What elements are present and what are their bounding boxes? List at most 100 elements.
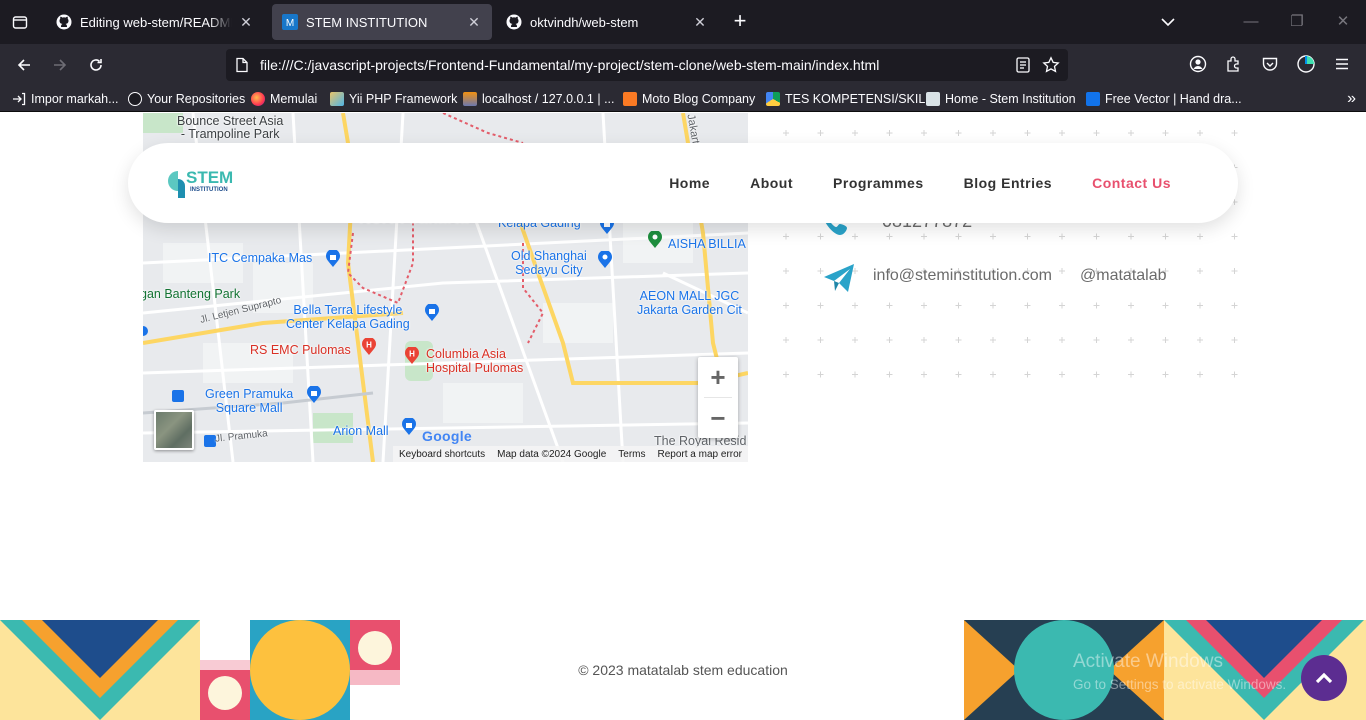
nav-programmes[interactable]: Programmes [833,175,924,191]
nav-blog-entries[interactable]: Blog Entries [964,175,1052,191]
stem-logo[interactable]: STEM INSTITUTION [168,165,248,201]
minimize-icon[interactable]: — [1241,12,1261,32]
shopping-pin-icon [425,304,439,321]
map-attribution-bar: Keyboard shortcuts Map data ©2024 Google… [392,446,748,462]
bookmarks-toolbar: Impor markah... Your Repositories Memula… [0,86,1366,112]
page-icon [926,92,940,106]
nav-about[interactable]: About [750,175,793,191]
shopping-pin-icon [402,418,416,435]
hospital-pin-icon: H [362,338,376,355]
url-text[interactable]: file:///C:/javascript-projects/Frontend-… [260,57,879,73]
logo-subtext: INSTITUTION [190,187,228,193]
more-bookmarks-icon[interactable]: » [1347,90,1356,108]
map-label-banteng: gan Banteng Park [143,287,241,301]
map-zoom-control: + − [698,357,738,438]
send-icon [824,264,854,292]
google-logo: Google [422,428,473,444]
bookmark-memulai[interactable]: Memulai [251,90,317,108]
report-map-error-link[interactable]: Report a map error [658,449,742,460]
map-label-green-pramuka: Green Pramuka Square Mall [205,387,294,415]
bookmark-tes-kompetensi[interactable]: TES KOMPETENSI/SKIL... [766,90,936,108]
reader-view-icon[interactable] [1014,56,1032,74]
map-label-trampoline: Bounce Street Asia - Trampoline Park [177,114,284,141]
browser-tab-bar: Editing web-stem/README.md at main · okt… [0,0,1366,44]
bookmark-moto-blog[interactable]: Moto Blog Company [623,90,755,108]
nav-home[interactable]: Home [669,175,710,191]
tab-list-icon[interactable] [6,8,34,36]
map-label-columbia: Columbia Asia Hospital Pulomas [426,347,524,375]
list-all-tabs-icon[interactable] [1156,12,1180,32]
tab-editing-readme[interactable]: Editing web-stem/README.md at main · okt… [46,4,264,40]
nav-contact-us[interactable]: Contact Us [1092,175,1171,191]
chevron-up-icon [1315,672,1333,684]
map-label-old-shanghai: Old Shanghai Sedayu City [511,249,587,277]
park-pin-icon [648,231,662,248]
keyboard-shortcuts-link[interactable]: Keyboard shortcuts [399,449,485,460]
bookmark-home-stem[interactable]: Home - Stem Institution [926,90,1076,108]
bookmark-localhost[interactable]: localhost / 127.0.0.1 | ... [463,90,615,108]
camera-pin-icon [598,251,612,268]
new-tab-icon[interactable]: + [728,10,752,34]
restore-icon[interactable]: ❐ [1287,12,1307,32]
bookmark-import[interactable]: Impor markah... [12,90,119,108]
tab-title: oktvindh/web-stem [530,14,639,30]
tab-title: Editing web-stem/README.md at main · okt… [80,14,232,30]
contact-email[interactable]: info@steminstitution.com [873,267,1052,285]
import-icon [12,92,26,106]
map-label-aisha: AISHA BILLIA [668,237,746,251]
bookmark-your-repositories[interactable]: Your Repositories [128,90,245,108]
forward-icon[interactable] [48,53,72,77]
close-tab-icon[interactable]: ✕ [466,14,482,30]
tab-stem-institution[interactable]: M STEM INSTITUTION ✕ [272,4,492,40]
shopping-pin-icon [326,250,340,267]
bookmark-free-vector[interactable]: Free Vector | Hand dra... [1086,90,1242,108]
page-icon [234,57,250,73]
map-label-itc: ITC Cempaka Mas [208,251,313,265]
map-data-text: Map data ©2024 Google [497,448,607,460]
map-label-bella-terra: Bella Terra Lifestyle Center Kelapa Gadin… [286,303,410,331]
close-window-icon[interactable]: ✕ [1333,12,1353,32]
logo-text: STEM [186,168,233,187]
m-favicon-icon: M [282,14,298,30]
site-footer: © 2023 matatalab stem education Activate… [0,620,1366,720]
drive-icon [766,92,780,106]
phpmyadmin-icon [463,92,477,106]
close-tab-icon[interactable]: ✕ [238,14,254,30]
pocket-icon[interactable] [1259,53,1281,75]
github-icon [56,14,72,30]
scroll-to-top-button[interactable] [1301,655,1347,701]
tab-web-stem-repo[interactable]: oktvindh/web-stem ✕ [496,4,718,40]
extensions-icon[interactable] [1223,53,1245,75]
main-nav: Home About Programmes Blog Entries Conta… [669,143,1238,223]
menu-icon[interactable] [1331,53,1353,75]
bookmark-star-icon[interactable] [1042,56,1060,74]
svg-text:H: H [366,341,372,350]
zoom-out-button[interactable]: − [698,398,738,438]
page-viewport: Bounce Street Asia- Trampoline Park Nort… [0,113,1366,720]
shopping-pin-icon [307,386,321,403]
yii-icon [330,92,344,106]
address-bar[interactable]: file:///C:/javascript-projects/Frontend-… [226,49,1068,81]
bookmark-yii[interactable]: Yii PHP Framework [330,90,457,108]
freepik-icon [1086,92,1100,106]
back-icon[interactable] [12,53,36,77]
map-label-aeon: AEON MALL JGC Jakarta Garden Cit [637,289,742,317]
svg-text:M: M [286,18,294,29]
firefox-icon [251,92,265,106]
firefox-view-icon[interactable] [1295,53,1317,75]
activate-windows-title: Activate Windows [1073,651,1223,672]
map-label-arion: Arion Mall [333,424,389,438]
svg-text:H: H [409,350,415,359]
github-icon [506,14,522,30]
satellite-layer-toggle[interactable] [154,410,194,450]
account-icon[interactable] [1187,53,1209,75]
github-icon [128,92,142,106]
terms-link[interactable]: Terms [618,449,645,460]
zoom-in-button[interactable]: + [698,357,738,397]
xampp-icon [623,92,637,106]
map-label-rs-emc: RS EMC Pulomas [250,343,351,357]
reload-icon[interactable] [84,53,108,77]
close-tab-icon[interactable]: ✕ [692,14,708,30]
site-header: STEM INSTITUTION Home About Programmes B… [128,143,1238,223]
contact-handle[interactable]: @matatalab [1080,267,1167,285]
